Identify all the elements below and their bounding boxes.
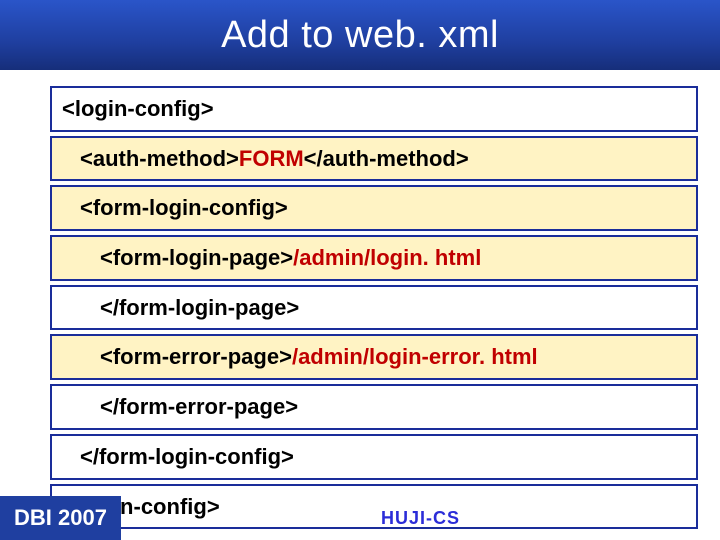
code-line: <form-login-config> [50,185,698,231]
footer-left: DBI 2007 [0,496,121,540]
code-line: <form-login-page>/admin/login. html [50,235,698,281]
slide-title-bar: Add to web. xml [0,0,720,70]
code-pre: <form-login-page> [100,243,293,273]
code-val: /admin/login-error. html [292,342,538,372]
code-pre: <login-config> [62,94,214,124]
code-pre: </form-login-page> [100,293,299,323]
code-pre: <form-login-config> [80,193,288,223]
code-val: /admin/login. html [293,243,481,273]
slide-title: Add to web. xml [221,14,499,57]
code-post: </auth-method> [304,144,469,174]
code-pre: <form-error-page> [100,342,292,372]
footer-center: HUJI-CS [121,508,720,529]
code-block: <login-config> <auth-method>FORM</auth-m… [0,70,720,529]
code-val: FORM [239,144,304,174]
code-pre: </form-login-config> [80,442,294,472]
code-line: </form-login-page> [50,285,698,331]
code-line: </form-login-config> [50,434,698,480]
code-line: <login-config> [50,86,698,132]
code-pre: <auth-method> [80,144,239,174]
code-pre: </form-error-page> [100,392,298,422]
code-line: <form-error-page>/admin/login-error. htm… [50,334,698,380]
footer: DBI 2007 HUJI-CS [0,496,720,540]
code-line: </form-error-page> [50,384,698,430]
code-line: <auth-method>FORM</auth-method> [50,136,698,182]
